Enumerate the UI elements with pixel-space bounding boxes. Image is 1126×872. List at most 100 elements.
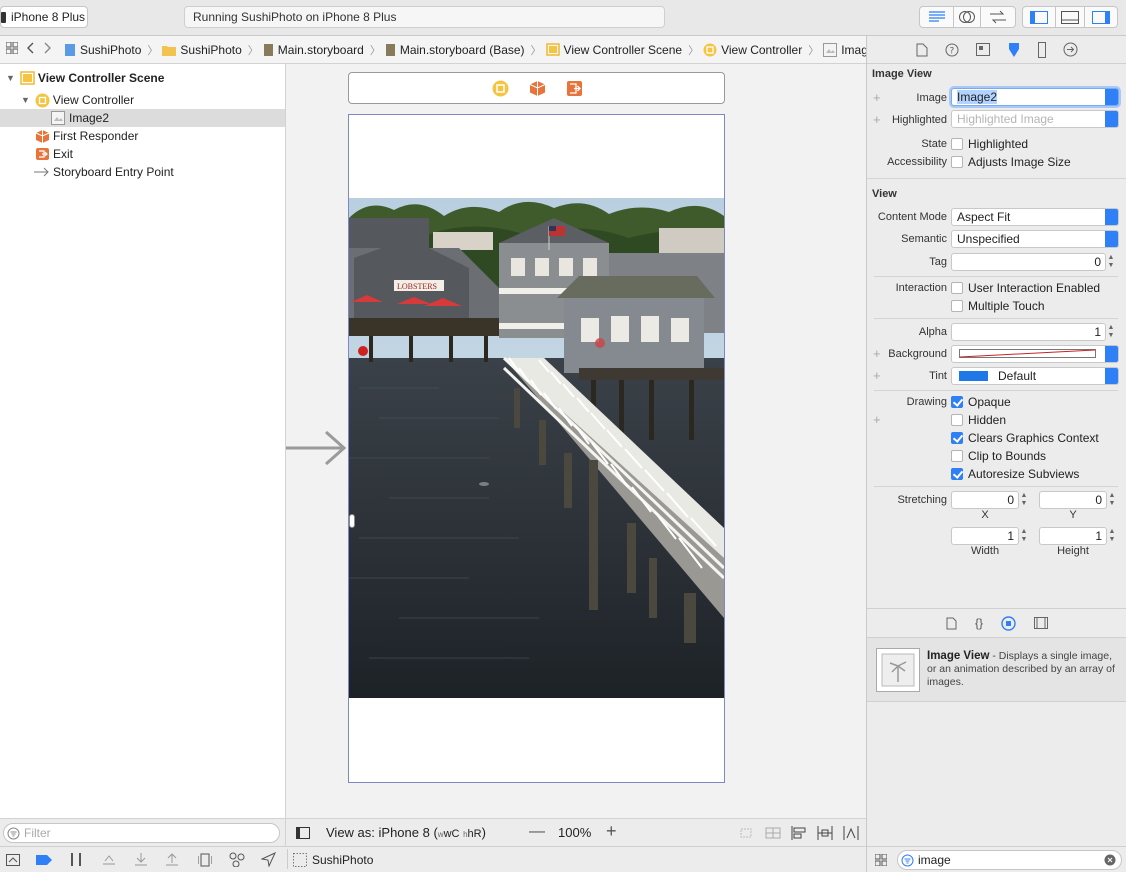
- help-icon[interactable]: ?: [945, 43, 959, 57]
- entry-point-arrow-icon[interactable]: [286, 430, 348, 466]
- outline-entry-row[interactable]: Storyboard Entry Point: [0, 163, 285, 181]
- pause-icon[interactable]: [70, 853, 82, 866]
- stretch-height-stepper[interactable]: ▲ ▼: [1108, 528, 1116, 544]
- resize-handle[interactable]: [349, 514, 355, 528]
- identity-inspector-icon[interactable]: [976, 43, 990, 56]
- crumb-storyboard[interactable]: Main.storyboard: [263, 43, 364, 57]
- disclosure-icon[interactable]: ▼: [6, 73, 15, 83]
- standard-editor-button[interactable]: [919, 6, 954, 28]
- left-panel-icon: [1030, 10, 1048, 24]
- view-as-button[interactable]: View as: iPhone 8 (wwC hhR): [326, 825, 486, 840]
- breakpoint-icon[interactable]: [36, 855, 52, 865]
- object-library-icon[interactable]: [1001, 615, 1016, 631]
- hidden-checkbox[interactable]: [951, 414, 963, 426]
- utilities-toggle[interactable]: [1084, 6, 1118, 28]
- outline-toggle-icon[interactable]: [296, 827, 310, 839]
- assistant-editor-button[interactable]: [953, 6, 981, 28]
- hide-debug-icon[interactable]: [6, 854, 20, 866]
- embed-stack-icon[interactable]: [765, 827, 781, 839]
- update-frames-icon[interactable]: [738, 827, 754, 839]
- stretch-y-stepper[interactable]: ▲ ▼: [1108, 492, 1116, 508]
- stretch-x-field[interactable]: 0 ▲ ▼: [951, 491, 1027, 509]
- crumb-view-controller[interactable]: View Controller: [703, 43, 802, 57]
- version-editor-button[interactable]: [980, 6, 1016, 28]
- location-icon[interactable]: [261, 852, 276, 867]
- exit-icon[interactable]: [566, 80, 583, 97]
- file-inspector-icon[interactable]: [916, 43, 928, 57]
- crumb-storyboard-base[interactable]: Main.storyboard (Base): [385, 43, 525, 57]
- library-item-image-view[interactable]: Image View - Displays a single image, or…: [867, 638, 1126, 702]
- storyboard-icon: [263, 43, 273, 56]
- pin-icon[interactable]: [817, 826, 833, 840]
- zoom-in-button[interactable]: +: [606, 821, 617, 842]
- zoom-out-button[interactable]: —: [529, 823, 545, 841]
- code-snippet-icon[interactable]: {}: [975, 616, 983, 630]
- adjusts-image-size-checkbox[interactable]: [951, 156, 963, 168]
- crumb-scene[interactable]: View Controller Scene: [545, 43, 682, 57]
- file-template-icon[interactable]: [946, 617, 957, 630]
- stretch-width-stepper[interactable]: ▲ ▼: [1020, 528, 1028, 544]
- media-library-icon[interactable]: [1034, 617, 1048, 629]
- tag-stepper[interactable]: ▲ ▼: [1107, 254, 1115, 270]
- crumb-group[interactable]: SushiPhoto: [162, 43, 242, 57]
- outline-exit-row[interactable]: Exit: [0, 145, 285, 163]
- content-mode-popup[interactable]: Aspect Fit: [951, 208, 1119, 226]
- background-color-popup[interactable]: [951, 345, 1119, 363]
- view-hierarchy-icon[interactable]: [198, 853, 212, 867]
- user-interaction-label: User Interaction Enabled: [968, 281, 1101, 295]
- view-controller-icon[interactable]: [492, 80, 509, 97]
- crumb-project[interactable]: SushiPhoto: [64, 43, 141, 57]
- align-icon[interactable]: [791, 826, 807, 840]
- step-over-icon[interactable]: [102, 854, 116, 866]
- grid-view-icon[interactable]: [875, 854, 887, 866]
- navigator-toggle[interactable]: [1022, 6, 1056, 28]
- memory-graph-icon[interactable]: [229, 852, 245, 867]
- highlighted-image-field[interactable]: Highlighted Image: [951, 110, 1119, 128]
- outline-view-controller-row[interactable]: ▼ View Controller: [0, 91, 285, 109]
- outline-image-row[interactable]: Image2: [0, 109, 285, 127]
- connections-inspector-icon[interactable]: [1063, 42, 1078, 57]
- outline-filter-input[interactable]: Filter: [3, 823, 280, 843]
- back-icon[interactable]: [26, 42, 34, 57]
- stretch-width-field[interactable]: 1 ▲ ▼: [951, 527, 1027, 545]
- stretch-x-stepper[interactable]: ▲ ▼: [1020, 492, 1028, 508]
- step-out-icon[interactable]: [165, 853, 179, 866]
- lines-icon: [928, 11, 945, 22]
- attributes-inspector-icon[interactable]: [1007, 42, 1021, 58]
- resolve-issues-icon[interactable]: [843, 826, 859, 840]
- library-search-input[interactable]: image: [897, 850, 1122, 870]
- user-interaction-checkbox[interactable]: [951, 282, 963, 294]
- outline-first-responder-label: First Responder: [53, 129, 139, 143]
- library-search-bar: image: [867, 846, 1126, 872]
- alpha-stepper[interactable]: ▲ ▼: [1107, 324, 1115, 340]
- grid-icon[interactable]: [5, 41, 19, 57]
- step-into-icon[interactable]: [134, 853, 148, 866]
- debug-toggle[interactable]: [1055, 6, 1085, 28]
- multiple-touch-label: Multiple Touch: [968, 299, 1045, 313]
- autoresize-checkbox[interactable]: [951, 468, 963, 480]
- crumb-label: Main.storyboard: [277, 42, 364, 57]
- clip-to-bounds-checkbox[interactable]: [951, 450, 963, 462]
- image-field[interactable]: Image2: [951, 88, 1119, 106]
- forward-icon[interactable]: [44, 42, 52, 57]
- clears-graphics-checkbox[interactable]: [951, 432, 963, 444]
- clear-search-icon[interactable]: [1104, 854, 1116, 866]
- disclosure-icon[interactable]: ▼: [21, 95, 30, 105]
- add-variation-icon[interactable]: +: [873, 412, 881, 427]
- multiple-touch-checkbox[interactable]: [951, 300, 963, 312]
- tag-field[interactable]: 0 ▲ ▼: [951, 253, 1114, 271]
- highlighted-checkbox[interactable]: [951, 138, 963, 150]
- alpha-field[interactable]: 1 ▲ ▼: [951, 323, 1114, 341]
- opaque-checkbox[interactable]: [951, 396, 963, 408]
- outline-scene-row[interactable]: ▼ View Controller Scene: [0, 69, 285, 87]
- size-inspector-icon[interactable]: [1038, 41, 1046, 58]
- image2-view[interactable]: LOBSTERS: [349, 198, 724, 698]
- stretch-height-field[interactable]: 1 ▲ ▼: [1039, 527, 1115, 545]
- first-responder-icon[interactable]: [529, 80, 546, 97]
- scheme-selector[interactable]: iPhone 8 Plus: [0, 6, 88, 28]
- outline-first-responder-row[interactable]: First Responder: [0, 127, 285, 145]
- stretch-y-field[interactable]: 0 ▲ ▼: [1039, 491, 1115, 509]
- tint-popup[interactable]: Default: [951, 367, 1119, 385]
- semantic-popup[interactable]: Unspecified: [951, 230, 1119, 248]
- utilities-panel: ? Image View + Image Image2 + Highlighte…: [866, 36, 1126, 872]
